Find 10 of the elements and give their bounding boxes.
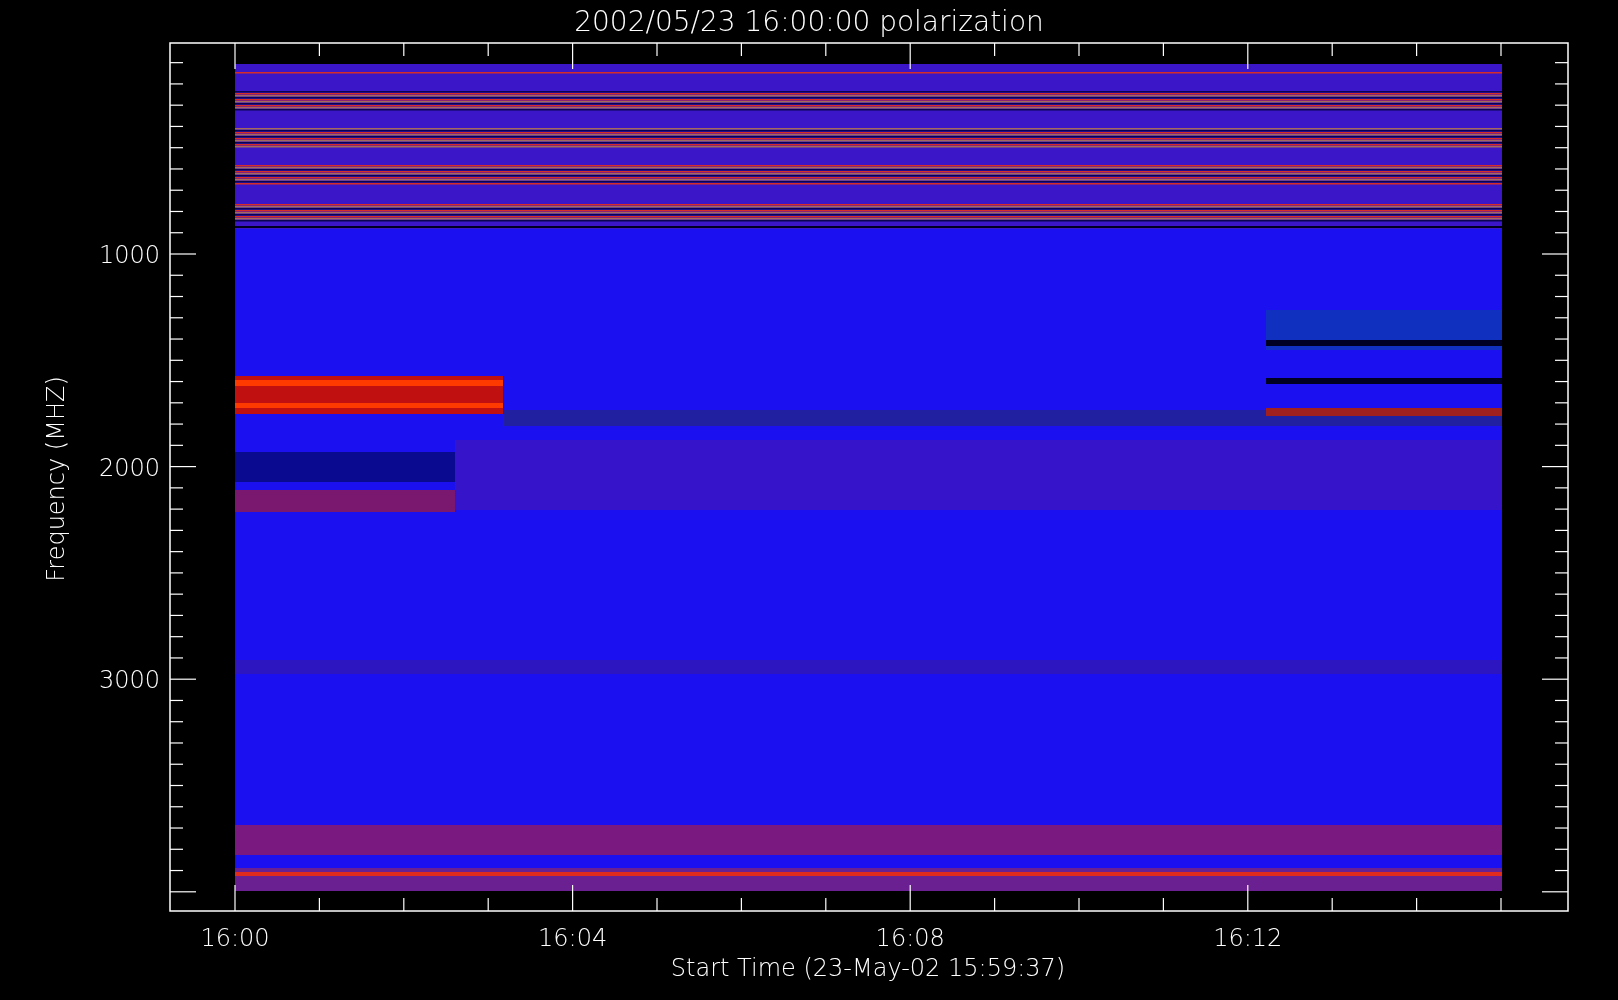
x-tick-label: 16:08 [875, 924, 945, 952]
y-axis-label: Frequency (MHZ) [42, 376, 70, 582]
x-axis-label: Start Time (23-May-02 15:59:37) [670, 954, 1066, 982]
x-tick-label: 16:04 [538, 924, 608, 952]
x-tick-label: 16:00 [200, 924, 270, 952]
y-tick-label: 3000 [98, 666, 160, 695]
y-tick-label: 2000 [98, 453, 160, 482]
x-tick-label: 16:12 [1213, 924, 1283, 952]
plot-title: 2002/05/23 16:00:00 polarization [574, 5, 1044, 38]
y-tick-label: 1000 [98, 241, 160, 269]
